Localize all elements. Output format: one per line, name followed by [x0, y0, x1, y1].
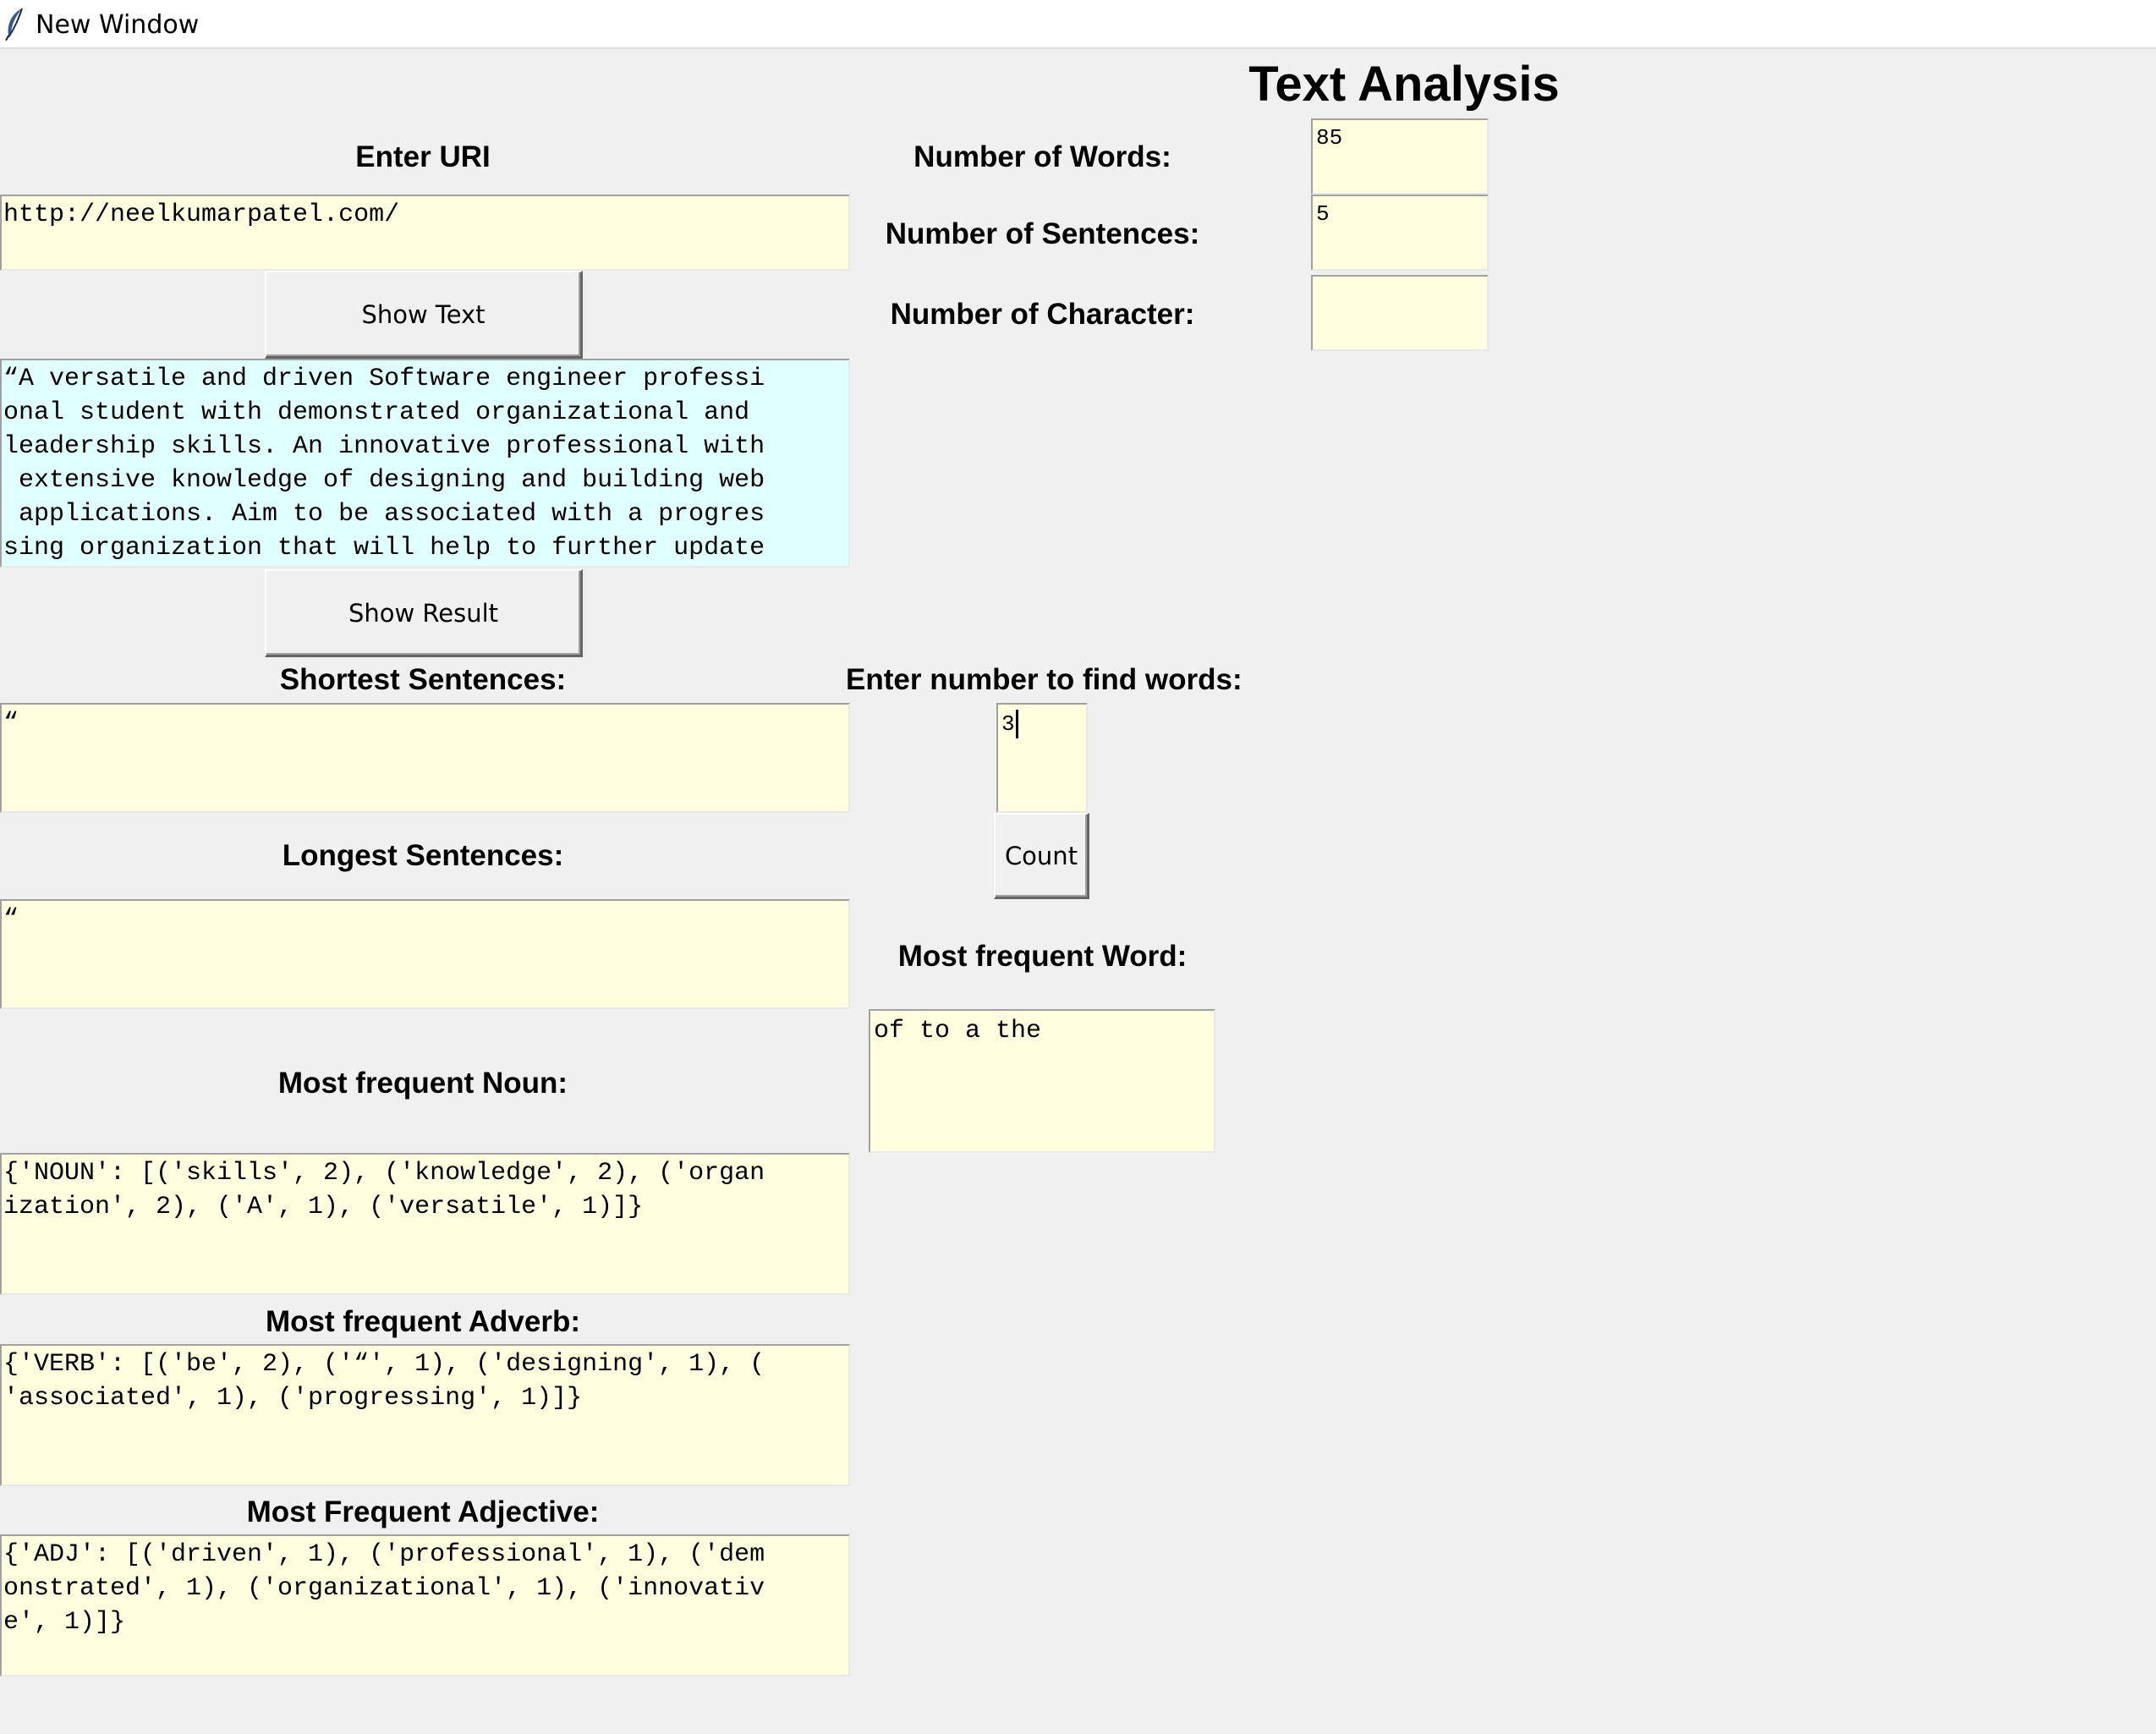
adverb-output[interactable]: {'VERB': [('be', 2), ('“', 1), ('designi… — [0, 1344, 850, 1486]
text-line: “A versatile and driven Software enginee… — [3, 365, 765, 393]
adjective-line: {'ADJ': [('driven', 1), ('professional',… — [3, 1540, 765, 1569]
noun-line: {'NOUN': [('skills', 2), ('knowledge', 2… — [3, 1159, 765, 1188]
count-button[interactable]: Count — [994, 813, 1089, 899]
adverb-line: {'VERB': [('be', 2), ('“', 1), ('designi… — [3, 1350, 765, 1379]
noun-label: Most frequent Noun: — [277, 1067, 568, 1100]
characters-label: Number of Character: — [890, 298, 1195, 331]
frequent-word-output[interactable]: of to a the — [869, 1009, 1215, 1153]
find-words-label: Enter number to find words: — [846, 663, 1243, 696]
longest-output[interactable]: “ — [0, 899, 850, 1009]
text-output[interactable]: “A versatile and driven Software enginee… — [0, 359, 850, 568]
sentences-label: Number of Sentences: — [885, 217, 1200, 250]
shortest-label: Shortest Sentences: — [279, 663, 567, 696]
title-bar: New Window — [0, 0, 2156, 49]
feather-icon — [5, 8, 23, 41]
text-line: sing organization that will help to furt… — [3, 534, 765, 562]
uri-label: Enter URI — [355, 140, 491, 173]
text-line: leadership skills. An innovative profess… — [3, 432, 765, 461]
adjective-line: e', 1)]} — [3, 1608, 126, 1637]
app-title: Text Analysis — [1248, 57, 1560, 112]
find-words-value: 3 — [1001, 711, 1015, 737]
words-count-output[interactable]: 85 — [1311, 118, 1489, 195]
words-label: Number of Words: — [913, 140, 1171, 173]
text-line: onal student with demonstrated organizat… — [3, 398, 765, 427]
characters-count-output[interactable] — [1311, 275, 1489, 351]
frequent-word-label: Most frequent Word: — [897, 940, 1188, 973]
window-title: New Window — [36, 10, 200, 40]
text-line: extensive knowledge of designing and bui… — [3, 466, 765, 495]
noun-line: ization', 2), ('A', 1), ('versatile', 1)… — [3, 1193, 644, 1221]
adverb-line: 'associated', 1), ('progressing', 1)]} — [3, 1384, 583, 1413]
text-caret — [1015, 710, 1018, 738]
adjective-line: onstrated', 1), ('organizational', 1), (… — [3, 1574, 765, 1603]
adverb-label: Most frequent Adverb: — [265, 1305, 581, 1338]
find-words-input[interactable]: 3 — [996, 703, 1088, 813]
shortest-output[interactable]: “ — [0, 703, 850, 813]
longest-label: Longest Sentences: — [282, 839, 564, 872]
adjective-label: Most Frequent Adjective: — [246, 1495, 600, 1528]
show-result-button[interactable]: Show Result — [265, 569, 583, 657]
adjective-output[interactable]: {'ADJ': [('driven', 1), ('professional',… — [0, 1534, 850, 1676]
sentences-count-output[interactable]: 5 — [1311, 195, 1489, 271]
show-text-button[interactable]: Show Text — [265, 271, 583, 359]
uri-input[interactable]: http://neelkumarpatel.com/ — [0, 195, 850, 271]
noun-output[interactable]: {'NOUN': [('skills', 2), ('knowledge', 2… — [0, 1153, 850, 1295]
text-line: applications. Aim to be associated with … — [3, 500, 765, 529]
